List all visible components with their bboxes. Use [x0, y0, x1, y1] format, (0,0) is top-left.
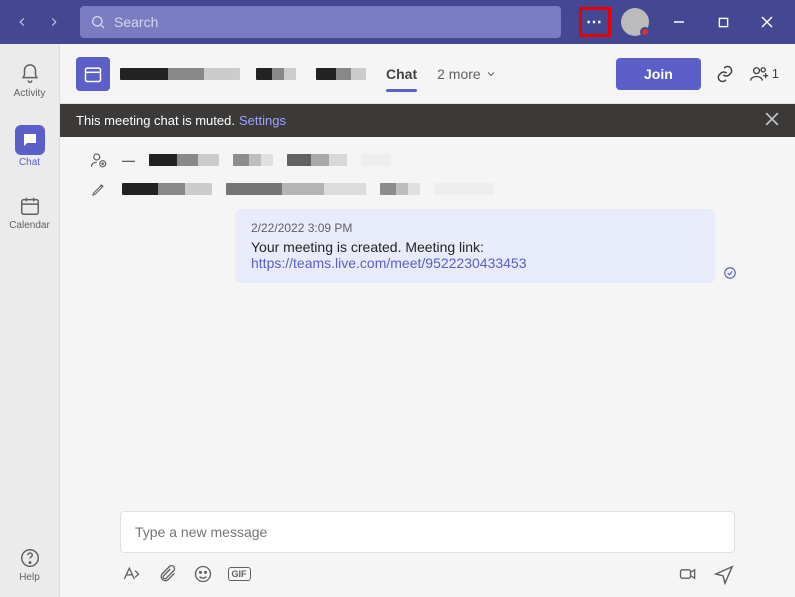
search-input[interactable] [114, 14, 551, 30]
message-bubble: 2/22/2022 3:09 PM Your meeting is create… [235, 209, 715, 283]
send-button[interactable] [713, 563, 735, 585]
message-body: Your meeting is created. Meeting link: [251, 239, 699, 255]
people-icon [749, 64, 769, 84]
emoji-icon [193, 564, 213, 584]
title-bar: ⋯ [0, 0, 795, 44]
join-button[interactable]: Join [616, 58, 701, 90]
send-icon [713, 563, 735, 585]
rail-chat[interactable]: Chat [0, 121, 59, 172]
emoji-button[interactable] [192, 563, 214, 585]
rail-help-label: Help [19, 572, 40, 583]
message-input[interactable] [120, 511, 735, 553]
rail-chat-label: Chat [19, 157, 40, 168]
presence-busy-icon [640, 27, 650, 37]
more-tabs-button[interactable]: 2 more [437, 66, 497, 82]
main-content: Chat 2 more Join 1 This meeting chat is … [60, 44, 795, 597]
sent-status-icon [723, 266, 737, 283]
composer: GIF [60, 501, 795, 597]
help-icon [18, 546, 42, 570]
app-rail: Activity Chat Calendar Help [0, 44, 60, 597]
rail-calendar-label: Calendar [9, 220, 50, 231]
attach-button[interactable] [156, 563, 178, 585]
rail-activity-label: Activity [14, 88, 46, 99]
search-icon [90, 14, 106, 30]
bell-icon [18, 62, 42, 86]
more-options-highlight: ⋯ [579, 7, 611, 37]
rail-calendar[interactable]: Calendar [0, 190, 59, 235]
composer-toolbar: GIF [120, 563, 735, 585]
close-button[interactable] [747, 2, 787, 42]
mute-banner-text: This meeting chat is muted. [76, 113, 235, 128]
calendar-icon [18, 194, 42, 218]
user-avatar[interactable] [621, 8, 649, 36]
more-tabs-label: 2 more [437, 66, 481, 82]
participant-count: 1 [772, 66, 779, 81]
mute-banner: This meeting chat is muted. Settings [60, 104, 795, 137]
paperclip-icon [157, 564, 177, 584]
back-button[interactable] [8, 8, 36, 36]
system-edit-row [90, 181, 765, 197]
person-add-icon [90, 151, 108, 169]
minimize-button[interactable] [659, 2, 699, 42]
chat-body: — 2/22/2022 3:09 PM Your meeting is crea… [60, 137, 795, 501]
redacted-tab-1[interactable] [256, 68, 296, 80]
link-icon [715, 64, 735, 84]
more-options-button[interactable]: ⋯ [586, 12, 604, 32]
meeting-link[interactable]: https://teams.live.com/meet/952223043345… [251, 255, 527, 271]
forward-button[interactable] [40, 8, 68, 36]
redacted-tab-2[interactable] [316, 68, 366, 80]
banner-close-button[interactable] [765, 112, 779, 129]
pencil-icon [90, 181, 108, 197]
mute-settings-link[interactable]: Settings [239, 113, 286, 128]
tab-chat[interactable]: Chat [386, 48, 417, 100]
chat-icon [15, 125, 45, 155]
meeting-icon [76, 57, 110, 91]
message-timestamp: 2/22/2022 3:09 PM [251, 221, 699, 235]
chat-tabs: Chat 2 more [256, 48, 497, 100]
redacted-title [120, 68, 240, 80]
search-box[interactable] [80, 6, 561, 38]
gif-icon: GIF [228, 567, 251, 581]
chevron-down-icon [485, 68, 497, 80]
rail-help[interactable]: Help [0, 542, 59, 587]
system-added-row: — [90, 151, 765, 169]
video-icon [678, 564, 698, 584]
gif-button[interactable]: GIF [228, 563, 250, 585]
format-icon [121, 564, 141, 584]
participants-button[interactable]: 1 [749, 64, 779, 84]
close-icon [765, 112, 779, 126]
chat-header: Chat 2 more Join 1 [60, 44, 795, 104]
copy-link-button[interactable] [711, 60, 739, 88]
meet-now-button[interactable] [677, 563, 699, 585]
maximize-button[interactable] [703, 2, 743, 42]
rail-activity[interactable]: Activity [0, 58, 59, 103]
format-button[interactable] [120, 563, 142, 585]
